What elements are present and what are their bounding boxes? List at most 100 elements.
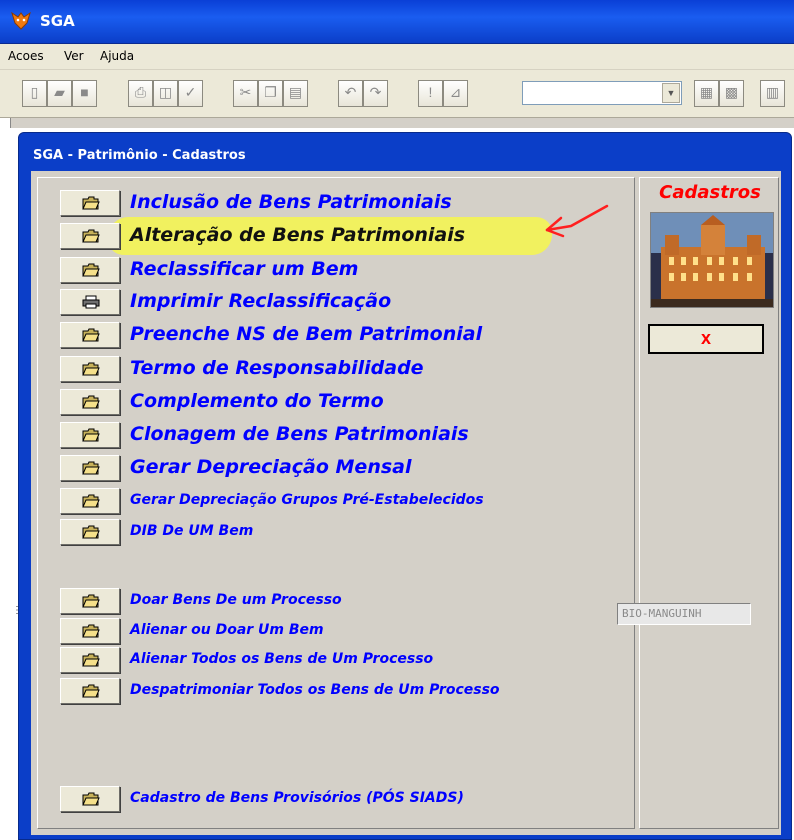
spell-check-icon: ✓ <box>184 84 197 100</box>
chart-button[interactable]: ⊿ <box>443 80 468 107</box>
app-logo-icon <box>11 11 31 30</box>
folder-icon <box>82 196 100 210</box>
red-arrow-annotation <box>545 204 609 238</box>
action-label[interactable]: DIB De UM Bem <box>130 523 253 539</box>
folder-icon <box>82 395 100 409</box>
action-label[interactable]: Gerar Depreciação Grupos Pré-Estabelecid… <box>130 492 484 508</box>
table-icon: ▦ <box>699 84 714 100</box>
cadastros-window: SGA - Patrimônio - Cadastros Inclusão de… <box>18 132 792 840</box>
tool-c-button[interactable]: ▥ <box>760 80 785 107</box>
paste-button[interactable]: ▤ <box>283 80 308 107</box>
action-label[interactable]: Preenche NS de Bem Patrimonial <box>130 323 482 345</box>
machine-name-field: BIO-MANGUINH <box>617 603 751 625</box>
tool-a-button[interactable]: ▦ <box>694 80 719 107</box>
window-title: SGA - Patrimônio - Cadastros <box>33 148 246 163</box>
folder-icon <box>82 461 100 475</box>
grid-icon: ▩ <box>724 84 739 100</box>
new-document-button[interactable]: ▯ <box>22 80 47 107</box>
action-label[interactable]: Termo de Responsabilidade <box>130 357 424 379</box>
folder-icon <box>82 792 100 806</box>
window-body: Inclusão de Bens Patrimoniais Alteração d… <box>31 171 781 835</box>
actions-panel: Inclusão de Bens Patrimoniais Alteração d… <box>37 177 635 829</box>
action-label[interactable]: Imprimir Reclassificação <box>130 290 391 312</box>
scissors-icon: ✂ <box>239 84 252 100</box>
action-label[interactable]: Cadastro de Bens Provisórios (PÓS SIADS) <box>130 790 464 806</box>
printer-icon <box>82 295 100 309</box>
printer-icon: ⎙ <box>134 84 147 100</box>
print-preview-button[interactable]: ◫ <box>153 80 178 107</box>
print-preview-icon: ◫ <box>158 84 173 100</box>
action-button[interactable] <box>60 422 120 448</box>
app-title-bar: SGA <box>0 0 794 44</box>
menu-acoes[interactable]: Acoes <box>8 49 44 63</box>
exclamation-icon: ! <box>428 84 433 100</box>
action-label[interactable]: Alienar Todos os Bens de Um Processo <box>130 651 433 667</box>
folder-icon <box>82 653 100 667</box>
folder-icon <box>82 263 100 277</box>
action-label[interactable]: Clonagem de Bens Patrimoniais <box>130 423 469 445</box>
save-icon: ■ <box>80 84 89 100</box>
redo-icon: ↷ <box>369 84 382 100</box>
close-icon: x <box>700 328 711 348</box>
action-label[interactable]: Alteração de Bens Patrimoniais <box>130 224 465 246</box>
action-label[interactable]: Doar Bens De um Processo <box>130 592 342 608</box>
copy-button[interactable]: ❐ <box>258 80 283 107</box>
close-button[interactable]: x <box>648 324 764 354</box>
menu-ajuda[interactable]: Ajuda <box>100 49 134 63</box>
folder-icon <box>82 624 100 638</box>
action-button[interactable] <box>60 223 120 249</box>
folder-icon <box>82 428 100 442</box>
action-button[interactable] <box>60 618 120 644</box>
action-label[interactable]: Complemento do Termo <box>130 390 384 412</box>
action-button[interactable] <box>60 190 120 216</box>
print-button[interactable]: ⎙ <box>128 80 153 107</box>
menu-ver[interactable]: Ver <box>64 49 84 63</box>
open-button[interactable]: ▰ <box>47 80 72 107</box>
redo-button[interactable]: ↷ <box>363 80 388 107</box>
building-icon: ▥ <box>765 84 780 100</box>
action-button[interactable] <box>60 588 120 614</box>
chevron-down-icon[interactable]: ▼ <box>662 83 680 103</box>
action-button[interactable] <box>60 455 120 481</box>
action-button[interactable] <box>60 389 120 415</box>
action-button[interactable] <box>60 488 120 514</box>
action-button[interactable] <box>60 289 120 315</box>
tool-b-button[interactable]: ▩ <box>719 80 744 107</box>
action-label[interactable]: Inclusão de Bens Patrimoniais <box>130 191 452 213</box>
open-folder-icon: ▰ <box>54 84 65 100</box>
side-title: Cadastros <box>659 182 761 203</box>
action-label[interactable]: Gerar Depreciação Mensal <box>130 456 411 478</box>
folder-icon <box>82 229 100 243</box>
side-panel: Cadastros x <box>639 177 779 829</box>
undo-icon: ↶ <box>344 84 357 100</box>
action-label[interactable]: Despatrimoniar Todos os Bens de Um Proce… <box>130 682 500 698</box>
copy-icon: ❐ <box>264 84 277 100</box>
folder-icon <box>82 594 100 608</box>
folder-icon <box>82 494 100 508</box>
new-document-icon: ▯ <box>30 84 39 100</box>
cut-button[interactable]: ✂ <box>233 80 258 107</box>
toolbar: ▯ ▰ ■ ⎙ ◫ ✓ ✂ ❐ ▤ ↶ ↷ ! ⊿ ▼ ▦ ▩ ▥ <box>0 70 794 118</box>
action-button[interactable] <box>60 678 120 704</box>
toolbar-combo[interactable]: ▼ <box>522 81 682 105</box>
action-button[interactable] <box>60 647 120 673</box>
menu-bar: Acoes Ver Ajuda <box>0 44 794 70</box>
folder-icon <box>82 328 100 342</box>
action-label[interactable]: Reclassificar um Bem <box>130 258 358 280</box>
background-window-edge <box>10 118 794 128</box>
undo-button[interactable]: ↶ <box>338 80 363 107</box>
action-button[interactable] <box>60 786 120 812</box>
action-button[interactable] <box>60 356 120 382</box>
action-button[interactable] <box>60 519 120 545</box>
folder-icon <box>82 362 100 376</box>
spell-check-button[interactable]: ✓ <box>178 80 203 107</box>
save-button[interactable]: ■ <box>72 80 97 107</box>
action-button[interactable] <box>60 257 120 283</box>
action-button[interactable] <box>60 322 120 348</box>
app-title: SGA <box>40 12 75 30</box>
building-photo <box>650 212 774 308</box>
chart-icon: ⊿ <box>449 84 462 100</box>
folder-icon <box>82 525 100 539</box>
action-label[interactable]: Alienar ou Doar Um Bem <box>130 622 324 638</box>
exclamation-button[interactable]: ! <box>418 80 443 107</box>
